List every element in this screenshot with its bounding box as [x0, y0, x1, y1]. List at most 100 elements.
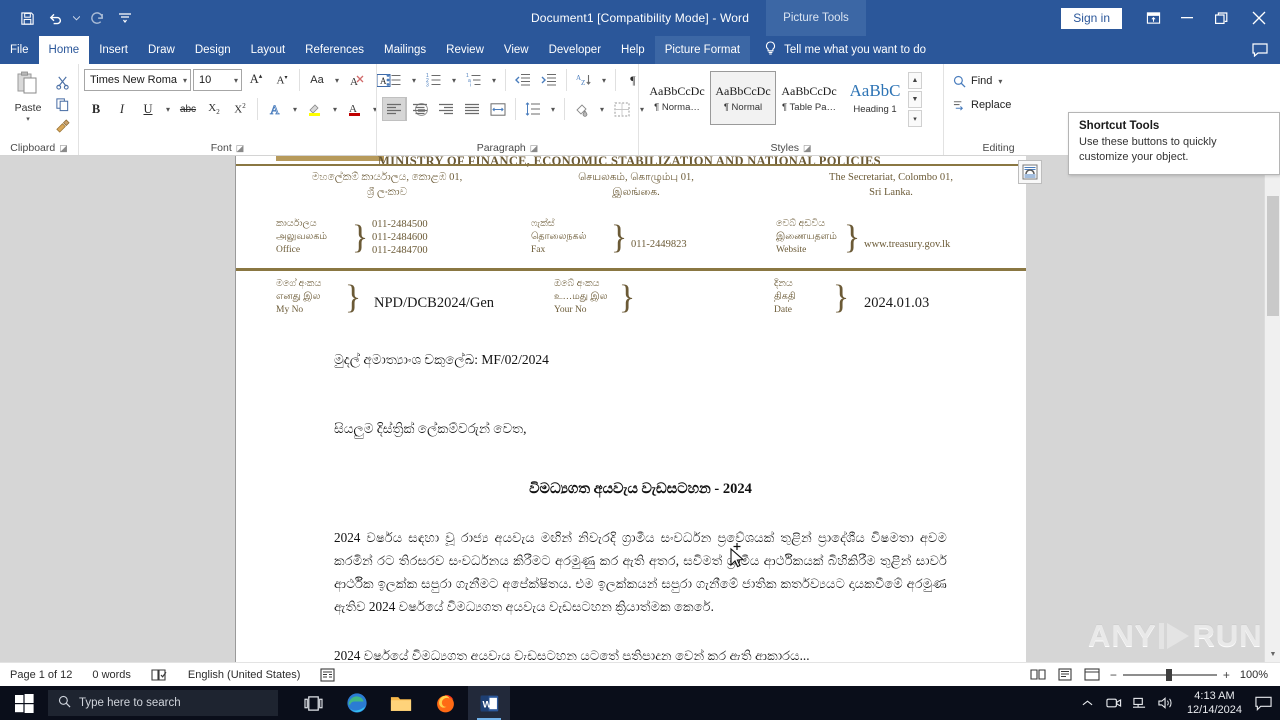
- text-highlight-caret-icon[interactable]: ▾: [329, 97, 341, 121]
- tell-me-search[interactable]: Tell me what you want to do: [750, 36, 926, 64]
- underline-icon[interactable]: U: [136, 97, 160, 121]
- multilevel-list-caret-icon[interactable]: ▾: [488, 68, 500, 92]
- change-case-caret-icon[interactable]: ▾: [331, 68, 343, 92]
- network-icon[interactable]: [1127, 686, 1153, 720]
- style-item-heading-1[interactable]: AaBbC Heading 1: [842, 71, 908, 125]
- cut-icon[interactable]: [51, 72, 73, 92]
- read-mode-icon[interactable]: [1029, 666, 1048, 683]
- paste-dropdown-caret-icon[interactable]: ▾: [26, 115, 30, 123]
- show-hidden-icons-icon[interactable]: [1075, 686, 1101, 720]
- customize-quick-access-toolbar-icon[interactable]: [112, 6, 138, 30]
- action-center-icon[interactable]: [1250, 686, 1276, 720]
- replace-button[interactable]: Replace: [949, 93, 1011, 117]
- zoom-track[interactable]: [1122, 668, 1217, 681]
- taskbar-search-input[interactable]: Type here to search: [48, 690, 278, 716]
- document-page[interactable]: MINISTRY OF FINANCE, ECONOMIC STABILIZAT…: [236, 156, 1026, 662]
- change-case-icon[interactable]: Aa: [305, 68, 329, 92]
- font-name-combobox[interactable]: Times New Roma ▾: [84, 69, 191, 91]
- close-icon[interactable]: [1238, 0, 1280, 36]
- font-size-combobox[interactable]: 10 ▾: [193, 69, 242, 91]
- taskbar-clock[interactable]: 4:13 AM 12/14/2024: [1179, 689, 1250, 717]
- zoom-in-icon[interactable]: +: [1223, 668, 1230, 682]
- tab-file[interactable]: File: [0, 36, 39, 64]
- tab-view[interactable]: View: [494, 36, 539, 64]
- decrease-font-size-icon[interactable]: A▾: [270, 68, 294, 92]
- undo-icon[interactable]: [42, 6, 68, 30]
- tab-mailings[interactable]: Mailings: [374, 36, 436, 64]
- zoom-out-icon[interactable]: −: [1110, 668, 1117, 682]
- word-icon[interactable]: W: [468, 686, 510, 720]
- vertical-scrollbar-thumb[interactable]: [1267, 196, 1279, 316]
- numbering-icon[interactable]: 123: [422, 68, 446, 92]
- find-button[interactable]: Find ▾: [949, 69, 1006, 93]
- style-item-normal-0[interactable]: AaBbCcDc ¶ Norma…: [644, 71, 710, 125]
- sign-in-button[interactable]: Sign in: [1061, 7, 1122, 29]
- sort-caret-icon[interactable]: ▾: [598, 68, 610, 92]
- underline-caret-icon[interactable]: ▾: [162, 97, 174, 121]
- superscript-icon[interactable]: X2: [228, 97, 252, 121]
- status-word-count[interactable]: 0 words: [82, 669, 141, 681]
- tab-review[interactable]: Review: [436, 36, 494, 64]
- clear-formatting-icon[interactable]: A: [345, 68, 369, 92]
- copy-icon[interactable]: [51, 94, 73, 114]
- numbering-caret-icon[interactable]: ▾: [448, 68, 460, 92]
- increase-indent-icon[interactable]: [537, 68, 561, 92]
- zoom-thumb[interactable]: [1165, 668, 1172, 681]
- redo-icon[interactable]: [84, 6, 110, 30]
- justify-icon[interactable]: [460, 97, 484, 121]
- align-right-icon[interactable]: [434, 97, 458, 121]
- tab-draw[interactable]: Draw: [138, 36, 185, 64]
- tab-design[interactable]: Design: [185, 36, 241, 64]
- status-language[interactable]: English (United States): [178, 669, 311, 681]
- camera-icon[interactable]: [1101, 686, 1127, 720]
- text-highlight-color-icon[interactable]: [303, 97, 327, 121]
- task-view-icon[interactable]: [292, 686, 334, 720]
- clipboard-dialog-launcher-icon[interactable]: ◪: [59, 143, 68, 154]
- paragraph-dialog-launcher-icon[interactable]: ◪: [530, 143, 539, 154]
- minimize-icon[interactable]: [1170, 0, 1204, 36]
- scroll-down-icon[interactable]: ▼: [1265, 646, 1280, 662]
- zoom-slider[interactable]: − +: [1110, 668, 1230, 682]
- subscript-icon[interactable]: X2: [202, 97, 226, 121]
- bullets-icon[interactable]: [382, 68, 406, 92]
- center-icon[interactable]: [408, 97, 432, 121]
- decrease-indent-icon[interactable]: [511, 68, 535, 92]
- tab-help[interactable]: Help: [611, 36, 655, 64]
- ribbon-display-options-icon[interactable]: [1136, 0, 1170, 36]
- styles-scroll-up-icon[interactable]: ▲: [908, 72, 922, 89]
- tab-layout[interactable]: Layout: [241, 36, 296, 64]
- align-left-icon[interactable]: [382, 97, 406, 121]
- tab-home[interactable]: Home: [38, 36, 90, 64]
- start-button-icon[interactable]: [0, 686, 48, 720]
- find-caret-icon[interactable]: ▾: [994, 69, 1006, 93]
- status-page-number[interactable]: Page 1 of 12: [0, 669, 82, 681]
- line-spacing-icon[interactable]: [521, 97, 545, 121]
- styles-more-icon[interactable]: ▾: [908, 110, 922, 127]
- borders-icon[interactable]: [610, 97, 634, 121]
- line-spacing-caret-icon[interactable]: ▾: [547, 97, 559, 121]
- vertical-scrollbar[interactable]: ▲ ▼: [1264, 156, 1280, 662]
- text-effects-icon[interactable]: A: [263, 97, 287, 121]
- tab-developer[interactable]: Developer: [539, 36, 611, 64]
- style-item-table-paragraph[interactable]: AaBbCcDc ¶ Table Pa…: [776, 71, 842, 125]
- distributed-icon[interactable]: [486, 97, 510, 121]
- print-layout-icon[interactable]: [1056, 666, 1075, 683]
- picture-layout-options-icon[interactable]: [1018, 160, 1042, 184]
- bold-icon[interactable]: B: [84, 97, 108, 121]
- italic-icon[interactable]: I: [110, 97, 134, 121]
- style-item-normal[interactable]: AaBbCcDc ¶ Normal: [710, 71, 776, 125]
- edge-icon[interactable]: [336, 686, 378, 720]
- tab-insert[interactable]: Insert: [89, 36, 138, 64]
- save-icon[interactable]: [14, 6, 40, 30]
- accessibility-checker-icon[interactable]: [310, 667, 345, 682]
- sort-icon[interactable]: AZ: [572, 68, 596, 92]
- undo-dropdown-caret-icon[interactable]: [70, 6, 82, 30]
- styles-scroll-down-icon[interactable]: ▼: [908, 91, 922, 108]
- multilevel-list-icon[interactable]: 1ai: [462, 68, 486, 92]
- shading-icon[interactable]: [570, 97, 594, 121]
- strikethrough-icon[interactable]: abc: [176, 97, 200, 121]
- paste-button[interactable]: Paste ▾: [5, 67, 51, 123]
- increase-font-size-icon[interactable]: A▴: [244, 68, 268, 92]
- shading-caret-icon[interactable]: ▾: [596, 97, 608, 121]
- format-painter-icon[interactable]: [51, 116, 73, 136]
